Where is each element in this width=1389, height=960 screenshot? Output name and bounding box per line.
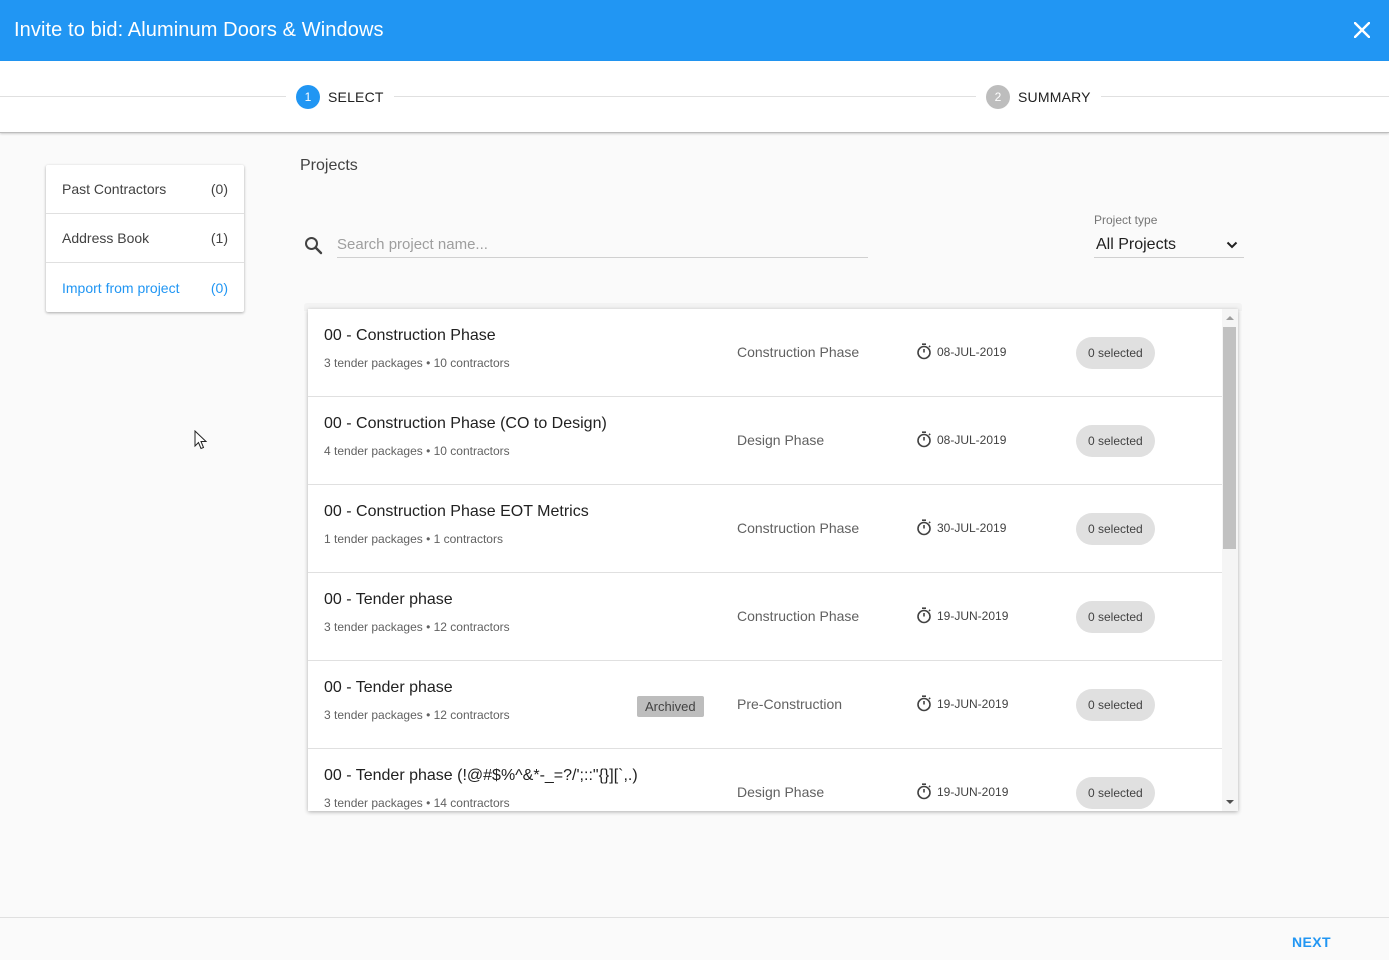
timer-icon — [917, 343, 931, 360]
step-select[interactable]: 1 SELECT — [286, 85, 394, 109]
selected-count-chip[interactable]: 0 selected — [1076, 777, 1155, 809]
project-date-text: 19-JUN-2019 — [937, 608, 1009, 623]
project-name: 00 - Construction Phase — [324, 327, 496, 344]
step-label: SELECT — [328, 89, 384, 105]
project-date: 08-JUL-2019 — [916, 343, 1006, 360]
project-type-label: Project type — [1094, 213, 1158, 227]
scroll-up-icon[interactable] — [1226, 316, 1234, 320]
project-name: 00 - Tender phase (!@#$%^&*-_=?/';::"{}]… — [324, 767, 638, 784]
project-name: 00 - Construction Phase EOT Metrics — [324, 503, 589, 520]
project-phase: Construction Phase — [737, 344, 860, 360]
timer-icon — [917, 519, 931, 536]
project-date: 19-JUN-2019 — [916, 695, 1008, 712]
project-date: 19-JUN-2019 — [916, 607, 1008, 624]
scroll-thumb[interactable] — [1223, 327, 1236, 549]
sidebar-item-label: Past Contractors — [62, 181, 167, 197]
sidebar-item-past-contractors[interactable]: Past Contractors (0) — [46, 165, 244, 214]
project-meta: 3 tender packages • 10 contractors — [324, 356, 510, 370]
project-date-text: 08-JUL-2019 — [937, 344, 1007, 359]
sidebar-item-count: (0) — [210, 279, 228, 296]
close-button[interactable] — [1349, 17, 1375, 43]
selected-count-chip[interactable]: 0 selected — [1076, 689, 1155, 721]
project-date-text: 19-JUN-2019 — [937, 696, 1009, 711]
next-button[interactable]: NEXT — [1292, 934, 1331, 950]
step-summary[interactable]: 2 SUMMARY — [976, 85, 1101, 109]
selected-count-chip[interactable]: 0 selected — [1076, 513, 1155, 545]
project-meta: 3 tender packages • 14 contractors — [324, 796, 510, 810]
timer-icon — [917, 783, 931, 800]
close-icon — [1354, 22, 1370, 38]
selected-count-chip[interactable]: 0 selected — [1076, 425, 1155, 457]
scroll-down-icon[interactable] — [1226, 800, 1234, 804]
search-input[interactable] — [337, 232, 868, 258]
step-number: 1 — [296, 85, 320, 109]
project-row[interactable]: 00 - Construction Phase (CO to Design) 4 … — [308, 397, 1222, 485]
sidebar-item-label: Import from project — [62, 279, 180, 296]
project-row[interactable]: 00 - Construction Phase 3 tender packages… — [308, 309, 1222, 397]
timer-icon — [917, 431, 931, 448]
project-phase: Design Phase — [737, 784, 825, 800]
step-number: 2 — [986, 85, 1010, 109]
source-sidebar: Past Contractors (0) Address Book (1) Im… — [46, 165, 244, 312]
dialog-title: Invite to bid: Aluminum Doors & Windows — [14, 19, 384, 41]
project-name: 00 - Tender phase — [324, 591, 453, 608]
search-icon — [305, 237, 323, 255]
project-row[interactable]: 00 - Construction Phase EOT Metrics 1 ten… — [308, 485, 1222, 573]
sidebar-item-import-from-project[interactable]: Import from project (0) — [46, 263, 244, 312]
sidebar-item-address-book[interactable]: Address Book (1) — [46, 214, 244, 263]
project-phase: Construction Phase — [737, 520, 860, 536]
selected-count-chip[interactable]: 0 selected — [1076, 601, 1155, 633]
project-date: 30-JUL-2019 — [916, 519, 1006, 536]
project-type-value: All Projects — [1096, 236, 1177, 253]
section-title: Projects — [300, 157, 358, 174]
project-date: 08-JUL-2019 — [916, 431, 1006, 448]
project-meta: 3 tender packages • 12 contractors — [324, 620, 510, 634]
chevron-down-icon — [1226, 241, 1238, 249]
timer-icon — [917, 607, 931, 624]
project-date: 19-JUN-2019 — [916, 783, 1008, 800]
project-rows: 00 - Construction Phase 3 tender packages… — [308, 309, 1222, 811]
project-row[interactable]: 00 - Tender phase (!@#$%^&*-_=?/';::"{}]… — [308, 749, 1222, 811]
mouse-cursor-icon — [194, 430, 208, 450]
archived-badge: Archived — [637, 696, 704, 717]
timer-icon — [917, 695, 931, 712]
dialog-footer: NEXT — [0, 917, 1389, 960]
project-phase: Pre-Construction — [737, 696, 843, 712]
dialog-header: Invite to bid: Aluminum Doors & Windows — [0, 0, 1389, 61]
sidebar-item-count: (1) — [210, 230, 228, 246]
project-phase: Design Phase — [737, 432, 825, 448]
selected-count-chip[interactable]: 0 selected — [1076, 337, 1155, 369]
list-scrollbar[interactable] — [1222, 309, 1238, 811]
project-name: 00 - Tender phase — [324, 679, 453, 696]
project-row[interactable]: 00 - Tender phase 3 tender packages • 12 … — [308, 573, 1222, 661]
project-phase: Construction Phase — [737, 608, 860, 624]
project-name: 00 - Construction Phase (CO to Design) — [324, 415, 607, 432]
project-type-select[interactable]: All Projects — [1094, 233, 1244, 258]
stepper: 1 SELECT 2 SUMMARY — [0, 61, 1389, 133]
project-meta: 3 tender packages • 12 contractors — [324, 708, 510, 722]
step-connector — [0, 96, 1389, 97]
project-meta: 1 tender packages • 1 contractors — [324, 532, 503, 546]
project-date-text: 30-JUL-2019 — [937, 520, 1007, 535]
project-date-text: 19-JUN-2019 — [937, 784, 1009, 799]
project-row[interactable]: 00 - Tender phase 3 tender packages • 12 … — [308, 661, 1222, 749]
sidebar-item-count: (0) — [210, 181, 228, 197]
project-list: 00 - Construction Phase 3 tender packages… — [308, 309, 1238, 811]
sidebar-item-label: Address Book — [62, 230, 150, 246]
step-label: SUMMARY — [1018, 89, 1091, 105]
project-date-text: 08-JUL-2019 — [937, 432, 1007, 447]
project-meta: 4 tender packages • 10 contractors — [324, 444, 510, 458]
